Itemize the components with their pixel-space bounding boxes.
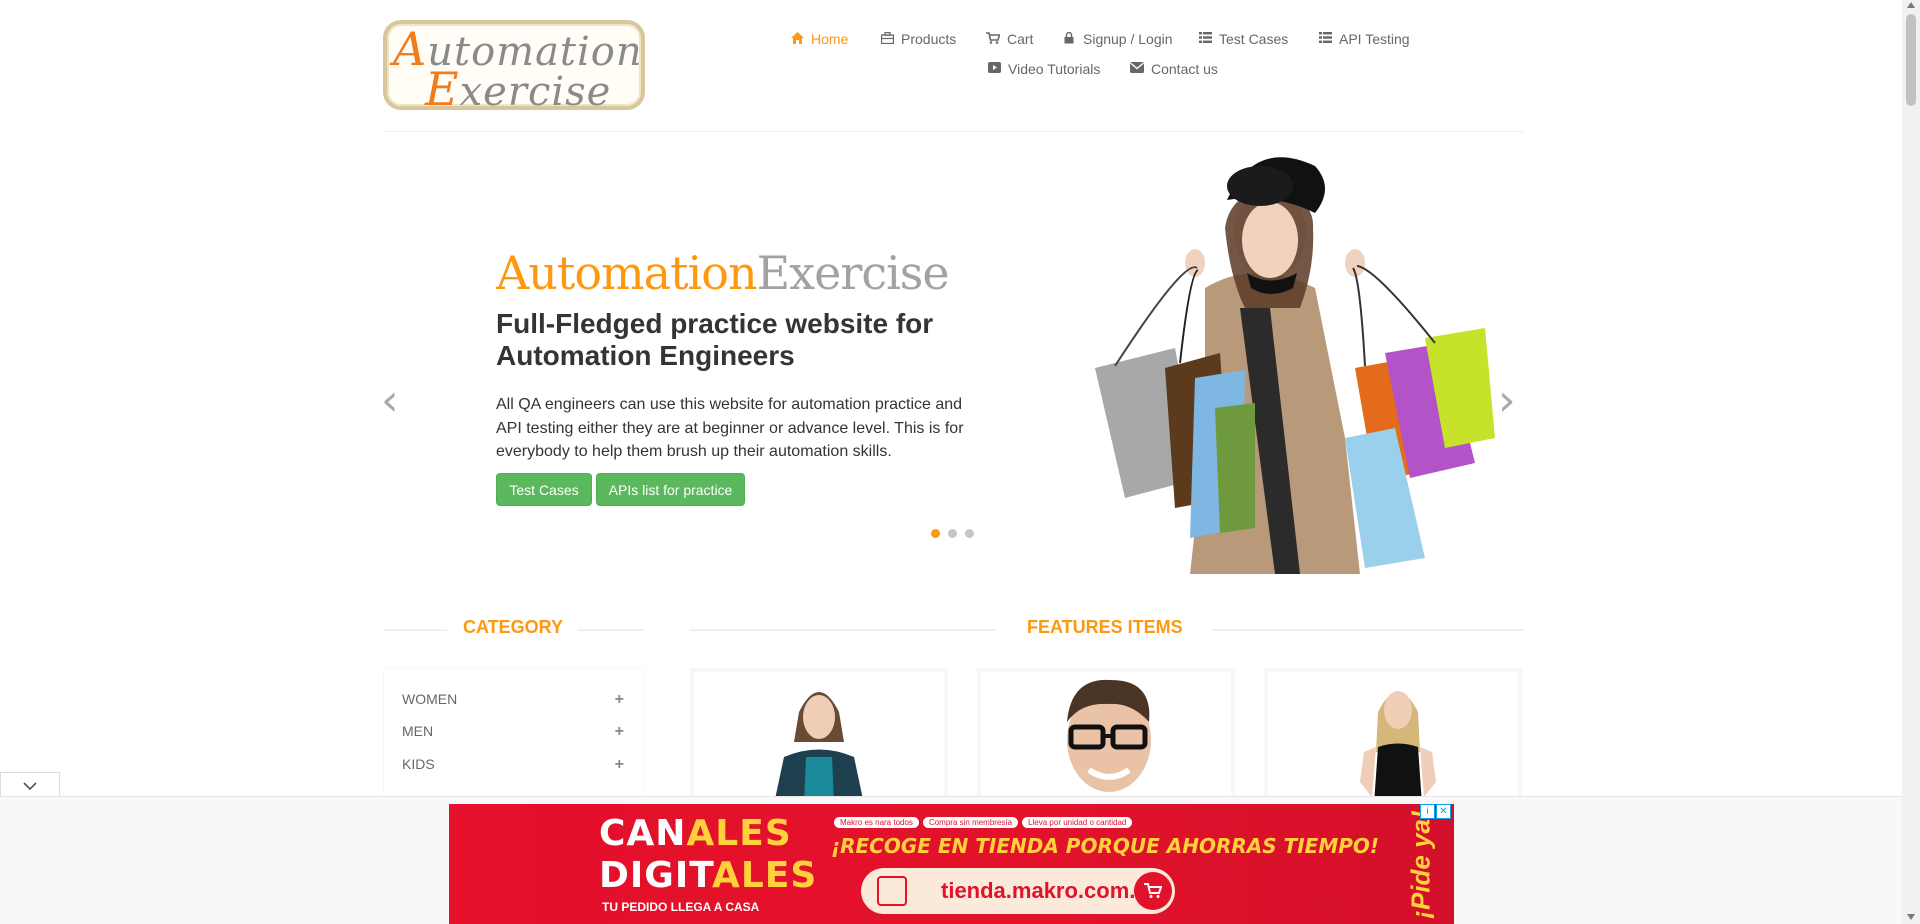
ad-ales: ALES: [686, 813, 792, 854]
ad-controls: i ✕: [1420, 804, 1451, 819]
youtube-icon: [987, 62, 1001, 76]
nav-video-tutorials[interactable]: Video Tutorials: [987, 61, 1100, 77]
brand-automation: Automation: [496, 246, 758, 300]
ad-url-text: tienda.makro.com.co: [941, 878, 1162, 903]
page: Automation Exercise Home Products Cart S…: [0, 0, 1902, 924]
category-line-left: [383, 629, 447, 631]
apis-list-button[interactable]: APIs list for practice: [596, 473, 745, 506]
slider-dot-2[interactable]: [948, 529, 957, 538]
slider-brand-title: AutomationExercise: [496, 246, 950, 300]
hero-girl-shopping-image: [1095, 157, 1495, 574]
product-card[interactable]: [690, 668, 948, 808]
nav-test-cases[interactable]: Test Cases: [1198, 31, 1288, 47]
scroll-down-arrow-icon[interactable]: [1907, 914, 1915, 920]
slider-prev-arrow-icon[interactable]: ‹: [381, 375, 399, 426]
category-item-men[interactable]: MEN +: [402, 723, 624, 741]
lock-icon: [1062, 31, 1076, 47]
ad-close-icon[interactable]: ✕: [1436, 804, 1451, 819]
logo-line-2: Exercise: [425, 62, 611, 116]
scroll-up-arrow-icon[interactable]: [1907, 2, 1915, 8]
category-panel: WOMEN + MEN + KIDS +: [383, 668, 644, 808]
logo-text-2: xercise: [459, 69, 612, 115]
nav-signup-login[interactable]: Signup / Login: [1062, 31, 1173, 47]
site-logo[interactable]: Automation Exercise: [383, 20, 645, 116]
product-image-man-glasses: [1067, 679, 1151, 792]
ad-pill: Lleva por unidad o cantidad: [1022, 817, 1133, 828]
nav-api-testing[interactable]: API Testing: [1318, 31, 1410, 47]
features-title: FEATURES ITEMS: [1027, 617, 1183, 637]
list-icon: [1318, 32, 1332, 46]
nav-api-testing-label: API Testing: [1339, 31, 1410, 47]
nav-home[interactable]: Home: [790, 31, 848, 47]
category-line-right: [578, 629, 644, 631]
header-divider: [383, 131, 1523, 132]
ad-line-digitales: DIGITALES: [599, 856, 817, 896]
home-icon: [790, 31, 804, 47]
nav-home-label: Home: [811, 31, 849, 47]
slider-indicators: [931, 529, 974, 538]
list-icon: [1198, 32, 1212, 46]
ad-pill: Makro es nara todos: [834, 817, 919, 828]
slider-description: All QA engineers can use this website fo…: [496, 396, 964, 460]
ad-can: CAN: [599, 813, 687, 854]
product-card[interactable]: [1264, 668, 1522, 808]
makro-store-icon: [877, 876, 907, 906]
page-scrollbar[interactable]: [1902, 0, 1920, 924]
ad-url-pill[interactable]: tienda.makro.com.co: [861, 868, 1175, 914]
cart-icon: [986, 31, 1001, 47]
category-item-label: KIDS: [402, 756, 435, 772]
nav-products-label: Products: [901, 31, 957, 47]
category-item-kids[interactable]: KIDS +: [402, 756, 624, 774]
slider-headline: Full-Fledged practice website for Automa…: [496, 308, 934, 371]
features-line-left: [690, 629, 996, 631]
plus-icon[interactable]: +: [615, 756, 624, 774]
product-image-woman-black-top: [1360, 691, 1436, 804]
category-title: CATEGORY: [463, 617, 564, 637]
nav-cart[interactable]: Cart: [986, 31, 1033, 47]
category-item-women[interactable]: WOMEN +: [402, 691, 624, 709]
logo-cap-e: E: [425, 62, 460, 116]
category-item-label: WOMEN: [402, 691, 458, 707]
ad-digit: DIGIT: [599, 855, 712, 896]
nav-cart-label: Cart: [1007, 31, 1034, 47]
category-item-label: MEN: [402, 723, 434, 739]
ad-vertical-text: ¡Pide ya!: [1401, 808, 1441, 920]
nav-signup-label: Signup / Login: [1083, 31, 1173, 47]
ad-info-icon[interactable]: i: [1420, 804, 1435, 819]
ad-line-canales: CANALES: [599, 814, 792, 854]
plus-icon[interactable]: +: [615, 691, 624, 709]
brand-exercise: Exercise: [756, 246, 950, 300]
products-icon: [880, 31, 894, 47]
slider-dot-3[interactable]: [965, 529, 974, 538]
test-cases-button[interactable]: Test Cases: [496, 473, 592, 506]
ad-pill: Compra sin membresía: [922, 817, 1019, 828]
ad-tagline: ¡RECOGE EN TIENDA PORQUE AHORRAS TIEMPO!: [831, 834, 1380, 858]
features-line-right: [1213, 629, 1523, 631]
ad-sub-text: TU PEDIDO LLEGA A CASA: [602, 900, 760, 914]
cart-icon: [1134, 872, 1172, 910]
ad-ales2: ALES: [711, 855, 818, 896]
nav-contact-us[interactable]: Contact us: [1130, 61, 1218, 77]
envelope-icon: [1130, 62, 1144, 76]
ad-pills: Makro es nara todos Compra sin membresía…: [834, 817, 1133, 828]
nav-test-cases-label: Test Cases: [1219, 31, 1289, 47]
product-card[interactable]: [977, 668, 1235, 808]
product-image-woman-jacket: [774, 692, 864, 804]
ad-pide-ya: ¡Pide ya!: [1405, 809, 1436, 919]
plus-icon[interactable]: +: [615, 723, 624, 741]
makro-ad-banner[interactable]: CANALES DIGITALES TU PEDIDO LLEGA A CASA…: [449, 804, 1454, 924]
scroll-thumb[interactable]: [1906, 14, 1916, 106]
slider-dot-1[interactable]: [931, 529, 940, 538]
nav-video-label: Video Tutorials: [1008, 61, 1101, 77]
ad-collapse-button[interactable]: [0, 772, 60, 798]
nav-products[interactable]: Products: [880, 31, 956, 47]
logo-cap-a: A: [393, 22, 428, 76]
nav-contact-label: Contact us: [1151, 61, 1218, 77]
chevron-down-icon: [23, 781, 37, 790]
